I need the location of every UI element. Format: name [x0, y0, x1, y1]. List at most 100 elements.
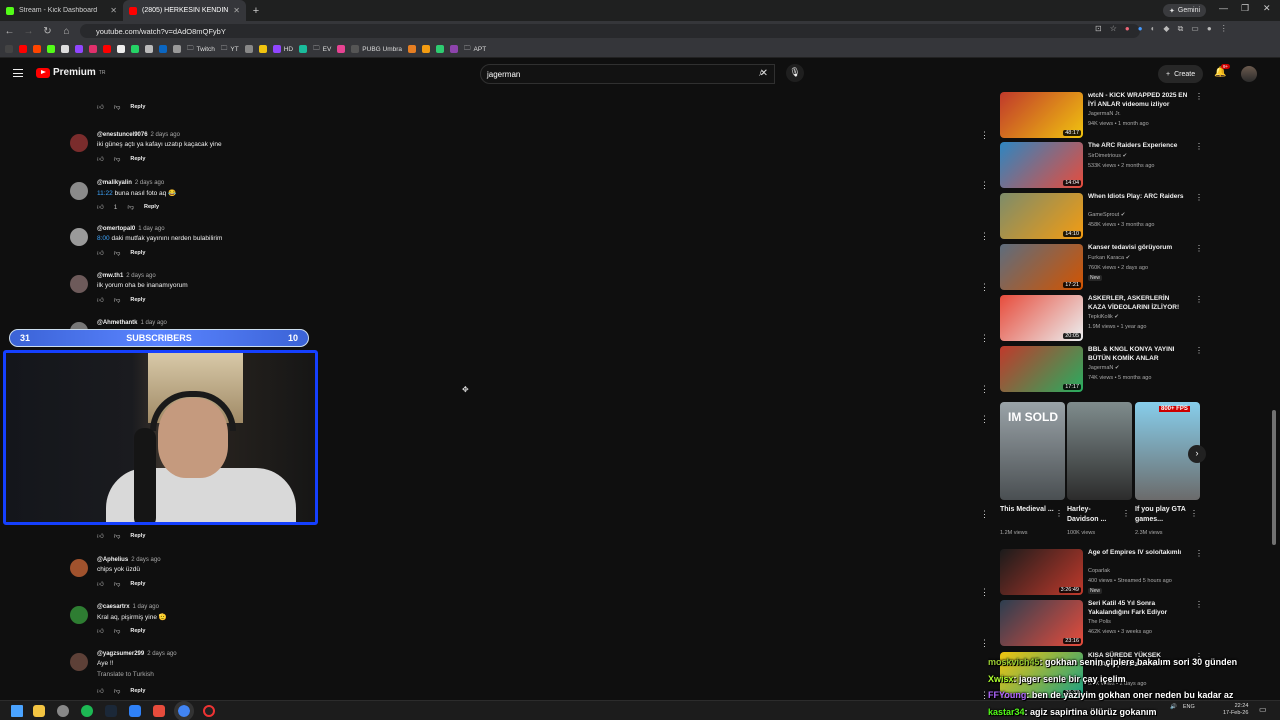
channel-name[interactable]: Coparlak: [1088, 568, 1110, 574]
bookmark[interactable]: [89, 45, 97, 53]
create-button[interactable]: + Create: [1158, 65, 1204, 83]
start-icon[interactable]: [11, 705, 23, 717]
bookmark[interactable]: [47, 45, 55, 53]
menu-icon[interactable]: ⋮: [1220, 24, 1228, 34]
channel-name[interactable]: SirDimetrious ✔: [1088, 153, 1127, 159]
bookmark[interactable]: [173, 45, 181, 53]
more-options-icon[interactable]: ⋮: [980, 282, 989, 293]
like-icon[interactable]: 👍︎: [97, 103, 104, 111]
like-icon[interactable]: 👍︎: [97, 296, 104, 304]
dislike-icon[interactable]: 👎︎: [114, 103, 121, 111]
video-title[interactable]: When Idiots Play: ARC Raiders: [1088, 193, 1188, 202]
like-icon[interactable]: 👍︎: [97, 249, 104, 257]
comment-author[interactable]: @Aphelius: [97, 557, 128, 563]
more-options-icon[interactable]: ⋮: [1195, 244, 1203, 253]
related-video[interactable]: ⋮ 17:17 BBL & KNGL KONYA YAYINI BÜTÜN KOMİ…: [980, 346, 1210, 394]
more-options-icon[interactable]: ⋮: [980, 509, 989, 520]
short-title[interactable]: If you play GTA games...: [1135, 505, 1190, 524]
chrome-icon[interactable]: [174, 701, 194, 720]
reply-button[interactable]: Reply: [130, 156, 145, 162]
like-icon[interactable]: 👍︎: [97, 627, 104, 635]
bookmark[interactable]: [61, 45, 69, 53]
bookmark[interactable]: [131, 45, 139, 53]
bookmark[interactable]: [422, 45, 431, 53]
comment-author[interactable]: @enestuncel9076: [97, 132, 148, 138]
bookmark[interactable]: [33, 45, 41, 53]
avatar[interactable]: [70, 228, 88, 246]
like-icon[interactable]: 👍︎: [97, 155, 104, 163]
sidebar-icon[interactable]: ▭: [1191, 24, 1199, 34]
more-options-icon[interactable]: ⋮: [1195, 92, 1203, 101]
next-arrow-button[interactable]: ›: [1188, 445, 1206, 463]
comment-time[interactable]: 2 days ago: [131, 557, 160, 563]
gemini-button[interactable]: ✦ Gemini: [1163, 4, 1207, 17]
comment-author[interactable]: @Ahmethantk: [97, 320, 138, 326]
reply-button[interactable]: Reply: [130, 628, 145, 634]
avatar[interactable]: [1241, 66, 1257, 82]
related-video[interactable]: ⋮ 14:04 The ARC Raiders Experience SirDimet…: [980, 142, 1210, 190]
reply-button[interactable]: Reply: [130, 533, 145, 539]
related-video[interactable]: ⋮ 20:05 ASKERLER, ASKERLERİN KAZA VİDEOLAR…: [980, 295, 1210, 343]
channel-name[interactable]: TepkiKolik ✔: [1088, 314, 1119, 320]
avatar[interactable]: [70, 134, 88, 152]
close-window-icon[interactable]: ✕: [1263, 3, 1271, 14]
video-thumbnail[interactable]: 20:05: [1000, 295, 1083, 341]
close-tab-icon[interactable]: ✕: [110, 6, 117, 15]
url-field[interactable]: youtube.com/watch?v=dAdO8mQFybY: [80, 24, 1140, 38]
reply-button[interactable]: Reply: [130, 581, 145, 587]
channel-name[interactable]: Furkan Karaca ✔: [1088, 255, 1130, 261]
bookmark[interactable]: [244, 45, 253, 53]
bookmark-folder-yt[interactable]: 🗀 YT: [221, 44, 239, 55]
avatar[interactable]: [70, 653, 88, 671]
comment-author[interactable]: @yagzsumer299: [97, 651, 144, 657]
bookmark[interactable]: [436, 45, 445, 53]
related-video[interactable]: ⋮ 17:21 Kanser tedavisi görüyorum Furkan Ka…: [980, 244, 1210, 292]
comment-time[interactable]: 1 day ago: [138, 226, 164, 232]
avatar[interactable]: [70, 559, 88, 577]
short-thumbnail[interactable]: IM SOLD: [1000, 402, 1065, 500]
channel-name[interactable]: The Polis: [1088, 619, 1111, 625]
reply-button[interactable]: Reply: [130, 104, 145, 110]
more-options-icon[interactable]: ⋮: [1195, 549, 1203, 558]
video-thumbnail[interactable]: 17:17: [1000, 346, 1083, 392]
video-thumbnail[interactable]: 17:21: [1000, 244, 1083, 290]
more-options-icon[interactable]: ⋮: [1195, 346, 1203, 355]
bookmark[interactable]: [19, 45, 27, 53]
bookmark[interactable]: [5, 45, 13, 53]
dislike-icon[interactable]: 👎︎: [114, 627, 121, 635]
maximize-icon[interactable]: ❐: [1241, 3, 1249, 14]
video-title[interactable]: BBL & KNGL KONYA YAYINI BÜTÜN KOMİK ANLA…: [1088, 346, 1188, 363]
more-options-icon[interactable]: ⋮: [1195, 600, 1203, 609]
extension-icon[interactable]: ●: [1138, 24, 1143, 34]
more-options-icon[interactable]: ⋮: [1195, 193, 1203, 202]
bookmark-folder-ev[interactable]: 🗀 EV: [313, 44, 331, 55]
video-thumbnail[interactable]: 48:17: [1000, 92, 1083, 138]
comment-time[interactable]: 2 days ago: [151, 132, 180, 138]
video-title[interactable]: Seri Katil 45 Yıl Sonra Yakalandığını Fa…: [1088, 600, 1188, 617]
related-video[interactable]: ⋮ 3:26:49 Age of Empires IV solo/takımlı Co…: [980, 549, 1210, 597]
related-video[interactable]: ⋮ 14:10 When Idiots Play: ARC Raiders GameS…: [980, 193, 1210, 241]
dislike-icon[interactable]: 👎︎: [114, 687, 121, 695]
home-icon[interactable]: ⌂: [57, 26, 76, 37]
bookmark-folder-apt[interactable]: 🗀 APT: [464, 44, 486, 55]
bookmark[interactable]: [408, 45, 417, 53]
timestamp-link[interactable]: 11:22: [97, 190, 113, 197]
video-title[interactable]: wtcN - KICK WRAPPED 2025 EN İYİ ANLAR vi…: [1088, 92, 1188, 109]
reply-button[interactable]: Reply: [144, 204, 159, 210]
bookmark[interactable]: [103, 45, 111, 53]
extension-icon[interactable]: ◐: [1151, 24, 1156, 34]
bookmark-pubg[interactable]: PUBG Umbra: [351, 45, 402, 53]
comment-author[interactable]: @caesartrx: [97, 604, 130, 610]
voice-search-button[interactable]: 🎙: [786, 64, 804, 82]
more-options-icon[interactable]: ⋮: [1190, 509, 1198, 518]
more-options-icon[interactable]: ⋮: [1195, 295, 1203, 304]
short-title[interactable]: This Medieval ...: [1000, 505, 1055, 515]
reply-button[interactable]: Reply: [130, 688, 145, 694]
dislike-icon[interactable]: 👎︎: [127, 203, 134, 211]
video-thumbnail[interactable]: 23:16: [1000, 600, 1083, 646]
bookmark-folder-twitch[interactable]: 🗀 Twitch: [187, 44, 215, 55]
video-title[interactable]: Kanser tedavisi görüyorum: [1088, 244, 1188, 253]
avatar[interactable]: [70, 182, 88, 200]
minimize-icon[interactable]: —: [1219, 3, 1228, 13]
comment-time[interactable]: 2 days ago: [135, 180, 164, 186]
